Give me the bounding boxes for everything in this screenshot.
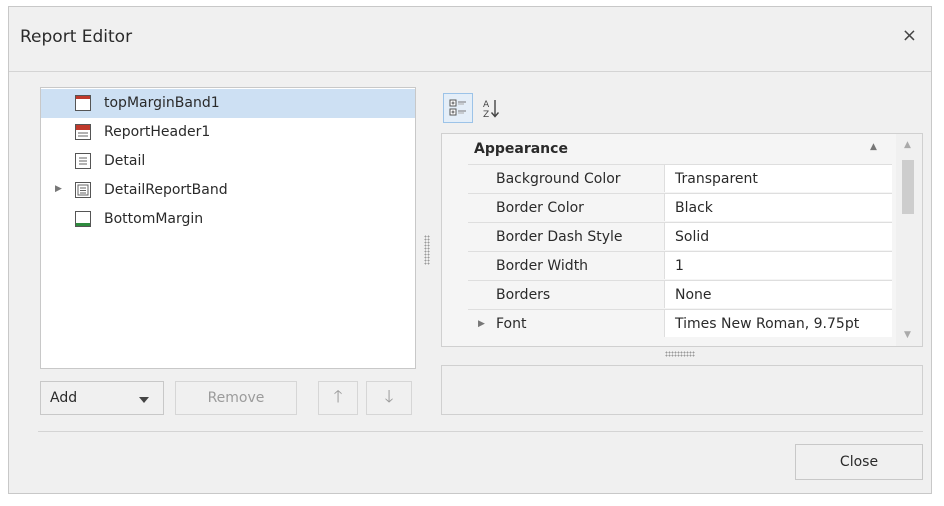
report-header-band-icon (75, 124, 91, 140)
scrollbar-thumb[interactable] (902, 160, 914, 214)
top-margin-band-icon (75, 95, 91, 111)
property-row-background-color[interactable]: Background Color Transparent (468, 164, 892, 193)
property-name-cell: Border Color (468, 193, 664, 221)
property-row-borders[interactable]: Borders None (468, 280, 892, 309)
tree-item-reportheader1[interactable]: ReportHeader1 (41, 118, 415, 147)
property-name: Border Color (496, 200, 584, 216)
scroll-up-arrow-icon[interactable]: ▲ (904, 140, 911, 150)
move-up-button[interactable]: 🡑 (318, 381, 358, 415)
add-dropdown-button[interactable]: Add (40, 381, 164, 415)
property-grid[interactable]: Appearance ▲ Background Color Transparen… (441, 133, 923, 347)
chevron-down-icon (139, 397, 149, 403)
property-value-cell[interactable]: 1 (664, 251, 892, 279)
property-value: None (675, 287, 712, 303)
arrow-up-icon: 🡑 (333, 387, 343, 407)
tree-item-label: Detail (104, 153, 146, 169)
tree-item-label: topMarginBand1 (104, 95, 220, 111)
property-row-border-dash-style[interactable]: Border Dash Style Solid (468, 222, 892, 251)
dialog-title: Report Editor (20, 27, 133, 47)
tree-item-bottommargin[interactable]: BottomMargin (41, 205, 415, 234)
property-value-cell[interactable]: Times New Roman, 9.75pt (664, 309, 892, 337)
property-value-cell[interactable]: Black (664, 193, 892, 221)
remove-button[interactable]: Remove (175, 381, 297, 415)
categorized-view-icon (449, 99, 466, 116)
tree-item-topmarginband1[interactable]: topMarginBand1 (41, 89, 415, 118)
property-grid-scrollbar[interactable]: ▲ ▼ (896, 134, 922, 346)
tree-item-label: ReportHeader1 (104, 124, 211, 140)
property-name-cell: Background Color (468, 164, 664, 192)
report-editor-dialog: Report Editor × topMarginBand1 ReportHea… (8, 6, 932, 494)
close-icon[interactable]: × (902, 25, 917, 46)
property-name-cell: Border Dash Style (468, 222, 664, 250)
property-name: Borders (496, 287, 551, 303)
close-button[interactable]: Close (795, 444, 923, 480)
footer-divider (38, 431, 923, 432)
alphabetical-sort-button[interactable]: A Z (477, 93, 507, 123)
expand-arrow-icon[interactable]: ▶ (55, 184, 62, 194)
band-tree[interactable]: topMarginBand1 ReportHeader1 Detail ▶ De… (40, 87, 416, 369)
property-value: Black (675, 200, 713, 216)
property-name-cell: Borders (468, 280, 664, 308)
move-down-button[interactable]: 🡓 (366, 381, 412, 415)
svg-text:A: A (483, 100, 490, 110)
horizontal-splitter-grip[interactable] (665, 351, 695, 357)
property-value-cell[interactable]: Solid (664, 222, 892, 250)
arrow-down-icon: 🡓 (384, 387, 394, 407)
tree-item-label: DetailReportBand (104, 182, 228, 198)
property-row-border-width[interactable]: Border Width 1 (468, 251, 892, 280)
expand-arrow-icon[interactable]: ▶ (478, 319, 485, 329)
property-description-panel (441, 365, 923, 415)
property-value: Transparent (675, 171, 758, 187)
vertical-splitter-grip[interactable] (424, 235, 430, 265)
scroll-down-arrow-icon[interactable]: ▼ (904, 330, 911, 340)
categorized-view-button[interactable] (443, 93, 473, 123)
category-row-appearance[interactable]: Appearance ▲ (442, 134, 892, 164)
property-name: Border Dash Style (496, 229, 623, 245)
property-name: Background Color (496, 171, 621, 187)
category-label: Appearance (474, 141, 568, 157)
detail-band-icon (75, 153, 91, 169)
tree-item-detailreportband[interactable]: ▶ DetailReportBand (41, 176, 415, 205)
sort-az-icon: A Z (483, 100, 500, 120)
add-button-label: Add (50, 390, 78, 406)
collapse-arrow-icon[interactable]: ▲ (870, 142, 877, 152)
property-name-cell: ▶ Font (468, 309, 664, 337)
tree-item-label: BottomMargin (104, 211, 204, 227)
property-value: Solid (675, 229, 710, 245)
property-value-cell[interactable]: None (664, 280, 892, 308)
property-value-cell[interactable]: Transparent (664, 164, 892, 192)
tree-item-detail[interactable]: Detail (41, 147, 415, 176)
title-bar: Report Editor × (9, 7, 931, 72)
bottom-margin-band-icon (75, 211, 91, 227)
property-name-cell: Border Width (468, 251, 664, 279)
svg-text:Z: Z (483, 110, 489, 120)
property-row-border-color[interactable]: Border Color Black (468, 193, 892, 222)
property-value: Times New Roman, 9.75pt (675, 316, 860, 332)
property-name: Font (496, 316, 527, 332)
property-value: 1 (675, 258, 684, 274)
property-row-font[interactable]: ▶ Font Times New Roman, 9.75pt (468, 309, 892, 338)
detail-report-band-icon (75, 182, 91, 198)
property-name: Border Width (496, 258, 589, 274)
